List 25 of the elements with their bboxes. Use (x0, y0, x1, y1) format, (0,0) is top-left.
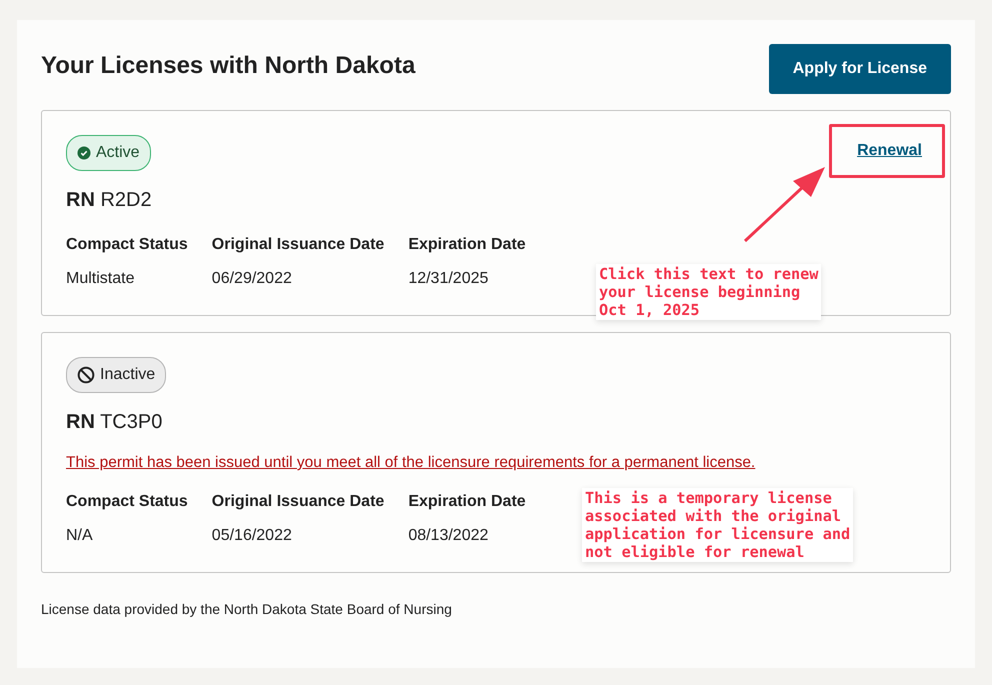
detail-label: Compact Status (66, 492, 188, 512)
detail-label: Compact Status (66, 235, 188, 255)
detail-value: 05/16/2022 (212, 526, 293, 546)
detail-value: N/A (66, 526, 94, 546)
detail-value: 06/29/2022 (212, 269, 293, 289)
annotation-note: Click this text to renew your license beginning Oct 1, 2025 (596, 264, 822, 320)
license-number: RN R2D2 (66, 188, 153, 213)
page-title: Your Licenses with North Dakota (41, 51, 416, 81)
status-badge: Active (66, 135, 151, 171)
check-circle-icon (77, 146, 91, 160)
status-badge: Inactive (66, 357, 166, 393)
detail-label: Original Issuance Date (212, 492, 384, 512)
permit-notice: This permit has been issued until you meet all of the licensure requirements for a permanent license. (66, 453, 756, 473)
prohibited-icon (77, 366, 95, 384)
detail-value: Multistate (66, 269, 136, 289)
license-number: RN TC3P0 (66, 410, 164, 435)
annotation-note: This is a temporary license associated with the original application for licensure and not eligible for renewal (582, 488, 854, 562)
detail-label: Original Issuance Date (212, 235, 384, 255)
detail-value: 08/13/2022 (408, 526, 490, 546)
detail-label: Expiration Date (408, 235, 526, 255)
footer-note: License data provided by the North Dakota State Board of Nursing (41, 600, 453, 620)
renewal-link[interactable]: Renewal (857, 139, 922, 163)
detail-value: 12/31/2025 (408, 269, 490, 289)
detail-label: Expiration Date (408, 492, 526, 512)
apply-button[interactable]: Apply for License (768, 44, 951, 94)
